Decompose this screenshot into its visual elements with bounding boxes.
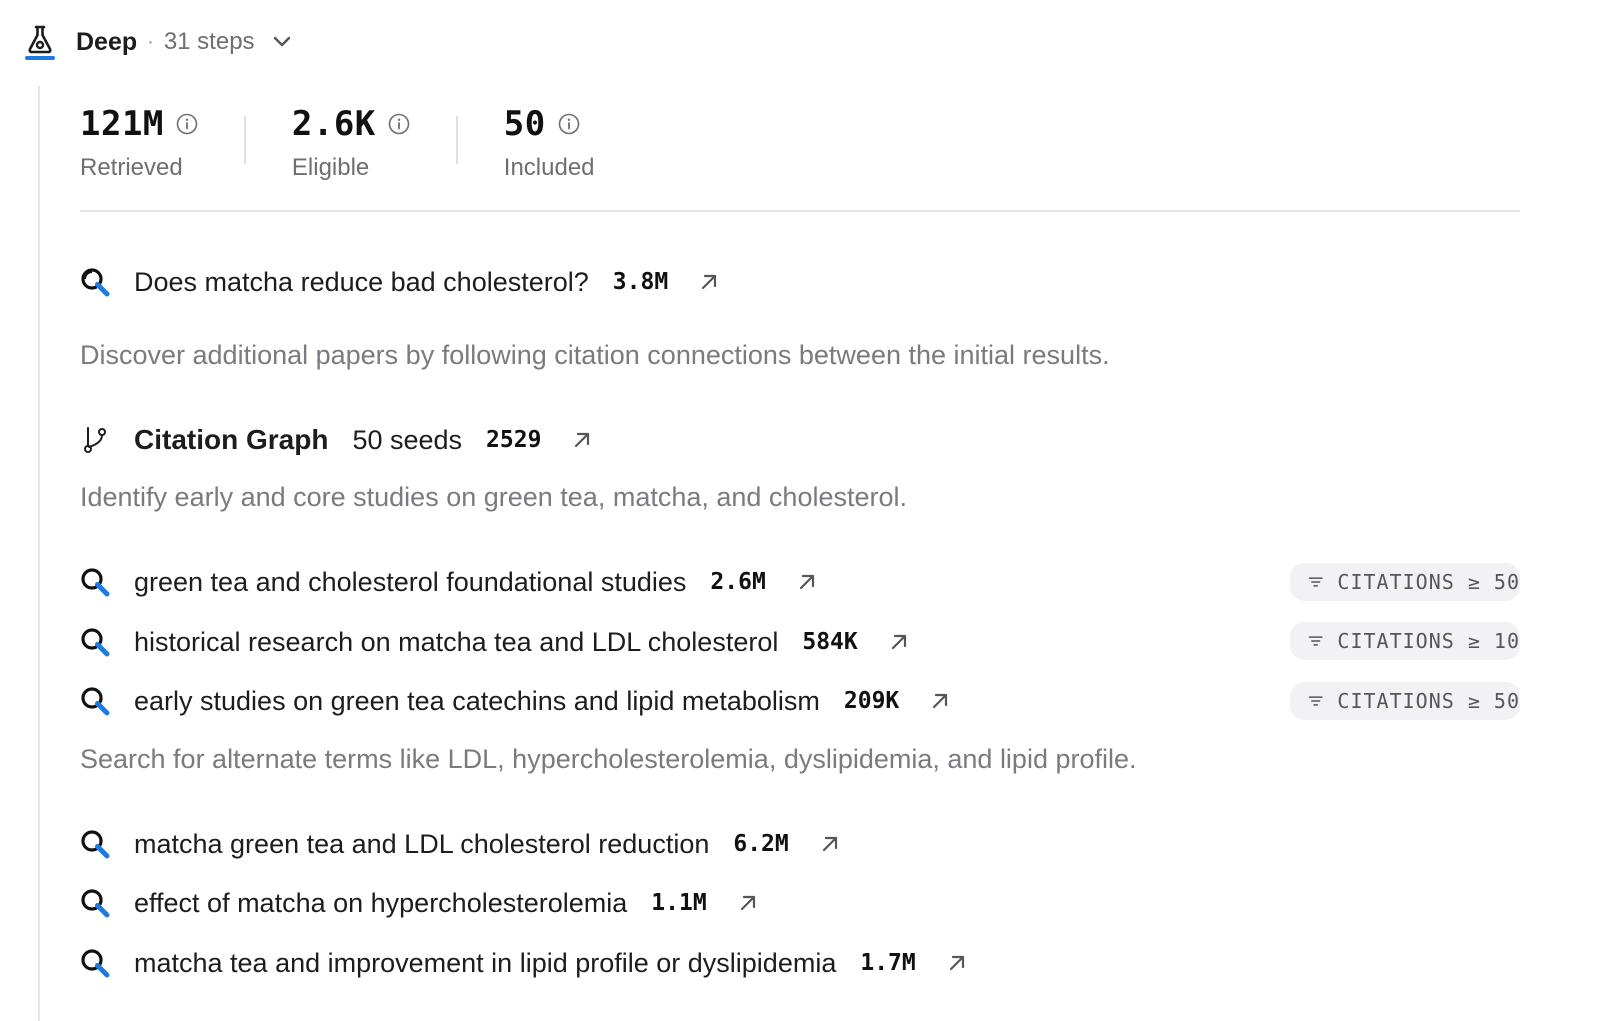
stats-bar: 121M Retrieved 2.6K Eligible 50 Included bbox=[80, 104, 595, 182]
query-text: Does matcha reduce bad cholesterol? bbox=[134, 266, 589, 297]
query-row[interactable]: matcha tea and improvement in lipid prof… bbox=[80, 943, 968, 983]
arrow-up-right-icon[interactable] bbox=[698, 271, 720, 293]
search-icon bbox=[81, 949, 110, 978]
step-count: 31 steps bbox=[163, 28, 255, 55]
search-icon bbox=[81, 268, 110, 297]
stat-label: Retrieved bbox=[80, 154, 183, 181]
result-count: 584K bbox=[802, 629, 858, 655]
result-count: 2529 bbox=[486, 427, 542, 453]
section-divider bbox=[80, 210, 1520, 212]
search-icon bbox=[81, 568, 110, 597]
query-row[interactable]: Does matcha reduce bad cholesterol? 3.8M bbox=[80, 262, 720, 302]
stat-value: 2.6K bbox=[291, 104, 376, 144]
citation-filter-badge: CITATIONS ≥ 50 bbox=[1290, 682, 1520, 720]
search-icon bbox=[81, 628, 110, 657]
query-text: green tea and cholesterol foundational s… bbox=[134, 566, 687, 597]
filter-icon bbox=[1308, 696, 1323, 706]
citation-graph-row[interactable]: Citation Graph 50 seeds 2529 bbox=[80, 420, 593, 460]
result-count: 1.1M bbox=[651, 890, 707, 916]
filter-icon bbox=[1308, 636, 1323, 646]
search-icon bbox=[81, 830, 110, 859]
result-count: 1.7M bbox=[860, 950, 916, 976]
query-row[interactable]: early studies on green tea catechins and… bbox=[80, 681, 951, 721]
query-row[interactable]: matcha green tea and LDL cholesterol red… bbox=[80, 824, 841, 864]
stat-divider bbox=[243, 116, 246, 164]
separator-dot: · bbox=[147, 30, 154, 53]
badge-text: CITATIONS ≥ 50 bbox=[1337, 570, 1520, 594]
arrow-up-right-icon[interactable] bbox=[888, 631, 910, 653]
stat-value: 50 bbox=[503, 104, 546, 144]
query-text: matcha tea and improvement in lipid prof… bbox=[134, 947, 837, 978]
timeline-rail bbox=[38, 86, 40, 1021]
badge-text: CITATIONS ≥ 10 bbox=[1337, 629, 1520, 653]
query-text: matcha green tea and LDL cholesterol red… bbox=[134, 828, 710, 859]
step-description: Discover additional papers by following … bbox=[80, 340, 1110, 370]
query-text: early studies on green tea catechins and… bbox=[134, 685, 820, 716]
stat-eligible: 2.6K Eligible bbox=[292, 104, 410, 182]
seed-count: 50 seeds bbox=[352, 424, 463, 455]
result-count: 6.2M bbox=[733, 831, 789, 857]
step-description: Search for alternate terms like LDL, hyp… bbox=[80, 744, 1137, 774]
citation-filter-badge: CITATIONS ≥ 50 bbox=[1290, 563, 1520, 601]
query-text: effect of matcha on hypercholesterolemia bbox=[134, 887, 628, 918]
chevron-down-icon[interactable] bbox=[271, 31, 293, 53]
result-count: 2.6M bbox=[710, 569, 766, 595]
flask-icon bbox=[25, 25, 55, 60]
arrow-up-right-icon[interactable] bbox=[796, 571, 818, 593]
arrow-up-right-icon[interactable] bbox=[571, 429, 593, 451]
stat-value: 121M bbox=[80, 104, 164, 144]
result-count: 3.8M bbox=[612, 269, 669, 295]
arrow-up-right-icon[interactable] bbox=[737, 892, 759, 914]
stat-included: 50 Included bbox=[504, 104, 595, 182]
mode-name: Deep bbox=[76, 27, 138, 56]
arrow-up-right-icon[interactable] bbox=[929, 690, 951, 712]
query-row[interactable]: effect of matcha on hypercholesterolemia… bbox=[80, 883, 759, 923]
search-icon bbox=[81, 687, 110, 716]
citation-filter-badge: CITATIONS ≥ 10 bbox=[1290, 622, 1520, 660]
arrow-up-right-icon[interactable] bbox=[819, 833, 841, 855]
step-description: Identify early and core studies on green… bbox=[80, 482, 907, 512]
info-icon[interactable] bbox=[558, 113, 580, 135]
research-header[interactable]: Deep · 31 steps bbox=[24, 22, 293, 62]
arrow-up-right-icon[interactable] bbox=[946, 952, 968, 974]
info-icon[interactable] bbox=[388, 113, 410, 135]
stat-divider bbox=[455, 116, 458, 164]
result-count: 209K bbox=[843, 688, 900, 714]
stat-retrieved: 121M Retrieved bbox=[80, 104, 198, 182]
query-row[interactable]: green tea and cholesterol foundational s… bbox=[80, 562, 818, 602]
stat-label: Eligible bbox=[291, 154, 370, 181]
badge-text: CITATIONS ≥ 50 bbox=[1337, 689, 1520, 713]
stat-label: Included bbox=[503, 154, 595, 181]
citation-graph-title: Citation Graph bbox=[134, 424, 329, 455]
query-row[interactable]: historical research on matcha tea and LD… bbox=[80, 622, 910, 662]
info-icon[interactable] bbox=[176, 113, 198, 135]
search-icon bbox=[81, 889, 110, 918]
branch-icon bbox=[84, 427, 106, 453]
filter-icon bbox=[1308, 577, 1323, 587]
query-text: historical research on matcha tea and LD… bbox=[134, 626, 779, 657]
